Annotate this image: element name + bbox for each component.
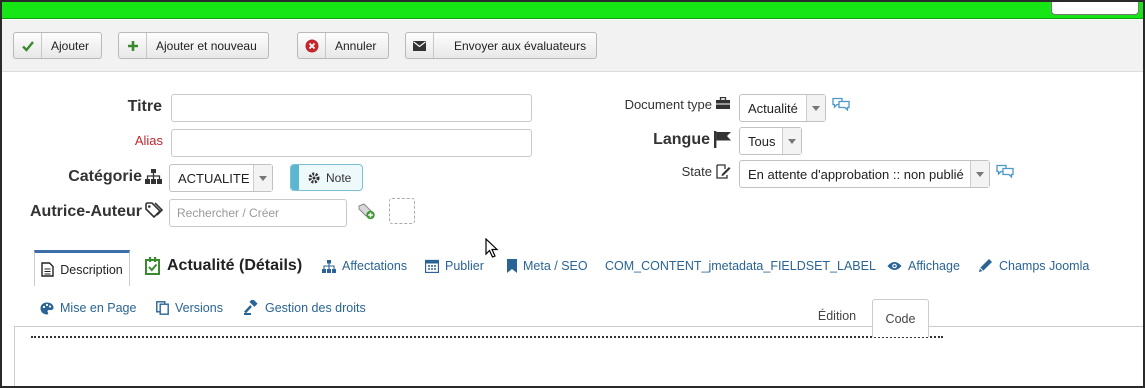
eye-icon [887,261,902,271]
title-input[interactable] [171,94,532,122]
calendar-icon [425,259,439,273]
tab-gestion-droits[interactable]: Gestion des droits [244,300,366,315]
flag-icon [714,131,732,148]
palette-icon [40,302,54,315]
tab-publier[interactable]: Publier [425,259,484,273]
category-label: Catégorie [68,168,142,185]
briefcase-icon [716,97,730,109]
save-and-new-button[interactable]: Ajouter et nouveau [118,32,269,59]
alias-input[interactable] [171,129,532,157]
title-label: Titre [127,98,162,115]
copy-icon [156,301,169,315]
document-type-label: Document type [624,97,712,112]
user-menu-box[interactable] [1051,2,1139,15]
chevron-down-icon [970,161,989,187]
chevron-down-icon [253,165,272,191]
cancel-button[interactable]: Annuler [297,32,389,59]
document-icon [41,262,54,277]
send-to-reviewers-button[interactable]: Envoyer aux évaluateurs [405,32,597,59]
gavel-icon [244,300,259,315]
bookmark-icon [507,259,517,273]
language-select[interactable]: Tous [739,127,802,155]
author-avatar-placeholder[interactable] [389,198,415,224]
editor-mode-code-tab[interactable]: Code [872,299,929,337]
alias-label: Alias [134,133,163,148]
tab-meta-seo[interactable]: Meta / SEO [507,259,588,273]
author-label: Autrice-Auteur [29,203,142,220]
tab-champs-joomla[interactable]: Champs Joomla [978,258,1089,273]
tab-mise-en-page[interactable]: Mise en Page [40,301,136,315]
mouse-cursor-icon [485,238,499,258]
state-label: State [681,164,712,179]
editor-area[interactable] [14,326,1143,386]
sitemap-icon [322,259,336,273]
tab-affichage[interactable]: Affichage [887,259,960,273]
tab-affectations[interactable]: Affectations [322,259,407,273]
cancel-circle-icon [298,33,326,58]
chevron-down-icon [782,128,801,154]
toolbar: Ajouter Ajouter et nouveau Annuler Envoy… [2,20,1143,72]
comments-icon[interactable] [832,97,850,111]
category-select[interactable]: ACTUALITE [169,164,273,192]
document-type-select[interactable]: Actualité [739,94,826,122]
sitemap-icon [145,169,162,184]
note-button[interactable]: Note [290,164,363,191]
comments-icon[interactable] [996,164,1014,178]
plus-icon [119,33,147,58]
checkbox-icon [145,257,161,275]
add-tag-icon[interactable] [358,203,376,220]
envelope-icon [406,33,434,58]
editor-mode-edit-tab[interactable]: Édition [804,304,870,328]
author-search-input[interactable]: Rechercher / Créer [169,199,347,227]
save-button[interactable]: Ajouter [13,32,102,59]
tab-versions[interactable]: Versions [156,301,223,315]
tab-description[interactable]: Description [34,250,130,286]
language-label: Langue [653,131,710,148]
application-window: Ajouter Ajouter et nouveau Annuler Envoy… [0,0,1145,388]
tab-actualite-details[interactable]: Actualité (Détails) [145,257,302,275]
tab-jmetadata[interactable]: COM_CONTENT_jmetadata_FIELDSET_LABEL [605,259,876,273]
top-status-bar [2,2,1143,19]
state-select[interactable]: En attente d'approbation :: non publié [739,160,990,188]
edit-state-icon [716,164,731,179]
pencil-icon [978,258,993,273]
chevron-down-icon [806,95,825,121]
editor-separator [31,336,943,338]
gear-icon [308,172,320,184]
tag-icon [145,202,164,218]
check-icon [14,33,42,58]
